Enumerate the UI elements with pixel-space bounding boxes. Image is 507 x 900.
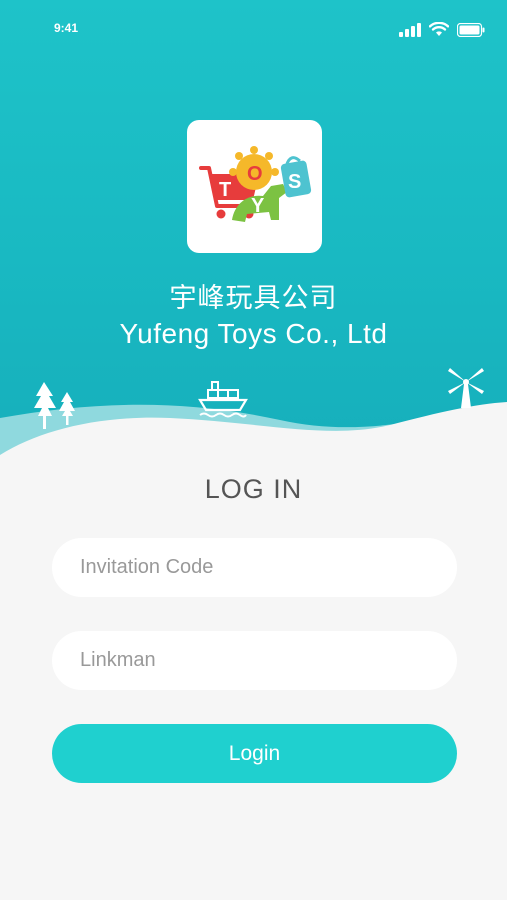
status-bar: 9:41 <box>0 0 507 60</box>
signal-icon <box>399 22 421 37</box>
windmill-icon <box>448 368 484 408</box>
status-time: 9:41 <box>54 21 79 35</box>
linkman-input[interactable] <box>52 631 457 690</box>
company-name-english: Yufeng Toys Co., Ltd <box>119 318 388 349</box>
tree-icon <box>34 382 75 429</box>
svg-text:T: T <box>219 179 231 201</box>
svg-text:O: O <box>247 163 263 185</box>
toys-logo-icon: T O Y S <box>199 146 312 222</box>
battery-icon <box>457 22 485 37</box>
wifi-icon <box>429 22 449 36</box>
invitation-code-input[interactable] <box>52 538 457 597</box>
login-button[interactable]: Login <box>52 724 457 783</box>
header-banner: 9:41 T O Y S 宇峰玩具公司 Yufeng Toys Co., Ltd <box>0 0 507 470</box>
svg-text:S: S <box>288 171 301 193</box>
company-name-chinese: 宇峰玩具公司 <box>169 283 338 313</box>
company-logo: T O Y S <box>187 120 322 253</box>
ship-icon <box>198 381 248 418</box>
svg-text:Y: Y <box>251 195 265 217</box>
login-title: LOG IN <box>204 474 303 504</box>
